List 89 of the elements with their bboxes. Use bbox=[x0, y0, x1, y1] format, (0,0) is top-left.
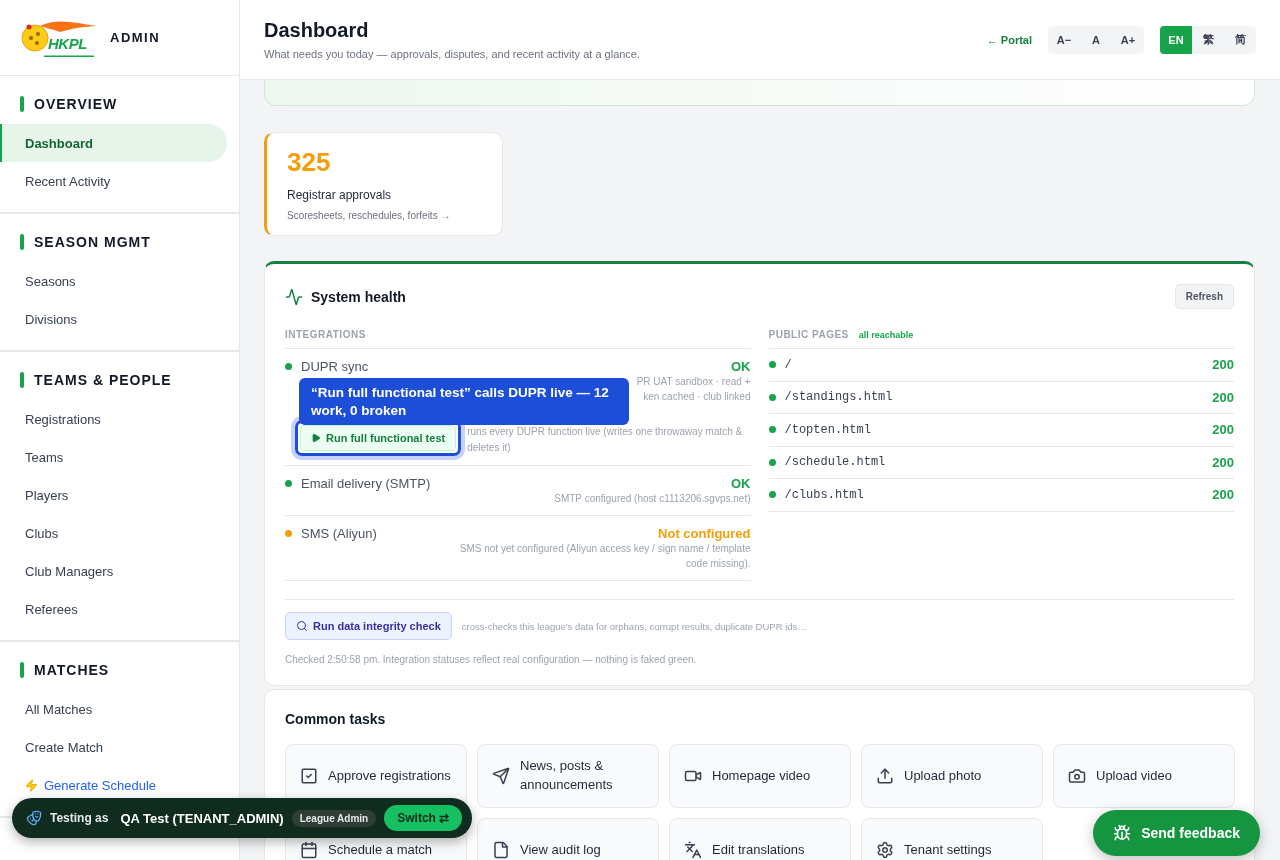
page-subtitle: What needs you today — approvals, disputes, and recent activity at a glance. bbox=[264, 48, 641, 60]
integration-status: OK bbox=[731, 476, 751, 491]
font-size-button[interactable]: A bbox=[1080, 25, 1112, 54]
sidebar-item[interactable]: Dashboard bbox=[0, 124, 227, 162]
checked-note: Checked 2:50:58 pm. Integration statuses reflect real configuration — nothing is faked green. bbox=[285, 654, 698, 665]
section-title: SEASON MGMT bbox=[34, 234, 151, 250]
stat-subtitle: Scoresheets, reschedules, forfeits → bbox=[287, 210, 452, 221]
integrity-note: cross-checks this league's data for orphans, corrupt results, duplicate DUPR ids… bbox=[461, 620, 807, 632]
admin-label: ADMIN bbox=[110, 30, 161, 45]
page-path: /topten.html bbox=[784, 422, 871, 437]
integration-status: Not configured bbox=[658, 526, 751, 541]
sidebar-item[interactable]: Registrations bbox=[0, 400, 227, 438]
refresh-button[interactable]: Refresh bbox=[1174, 284, 1234, 309]
task-tile[interactable]: Homepage video bbox=[669, 744, 851, 808]
status-code: 200 bbox=[1212, 454, 1234, 470]
action-description: runs every DUPR function live (writes one throwaway match & deletes it) bbox=[467, 425, 744, 455]
integration-detail: PR UAT sandbox · read + bbox=[636, 375, 751, 389]
camera-icon bbox=[1068, 767, 1086, 785]
language-button[interactable]: 繁 bbox=[1192, 25, 1224, 54]
portal-link[interactable]: ← Portal bbox=[986, 33, 1032, 46]
task-tile[interactable]: View audit log bbox=[477, 818, 659, 860]
stat-value: 325 bbox=[287, 147, 332, 178]
status-code: 200 bbox=[1212, 357, 1234, 373]
task-tile[interactable]: Upload video bbox=[1053, 744, 1235, 808]
status-code: 200 bbox=[1212, 389, 1234, 405]
pulse-icon bbox=[285, 287, 303, 306]
sidebar-item[interactable]: Generate Schedule bbox=[0, 766, 227, 804]
card-title: System health bbox=[311, 288, 406, 305]
page-path: / bbox=[784, 357, 792, 372]
role-badge: League Admin bbox=[291, 809, 377, 827]
column-heading: INTEGRATIONS bbox=[285, 329, 366, 340]
bug-icon bbox=[1113, 824, 1132, 842]
page-title: Dashboard bbox=[264, 19, 370, 42]
lightning-icon bbox=[25, 778, 38, 792]
font-size-button[interactable]: A− bbox=[1048, 25, 1080, 54]
file-icon bbox=[492, 841, 510, 859]
search-icon bbox=[296, 620, 308, 632]
switch-button[interactable]: Switch ⇄ bbox=[384, 805, 463, 831]
status-code: 200 bbox=[1212, 422, 1234, 438]
sidebar-item[interactable]: Recent Activity bbox=[0, 162, 227, 200]
feedback-button[interactable]: Send feedback bbox=[1093, 810, 1260, 856]
sidebar-item[interactable]: Create Match bbox=[0, 728, 227, 766]
page-path: /standings.html bbox=[784, 390, 893, 405]
integration-detail: SMS not yet configured (Aliyun access key / sign name / template code missing). bbox=[458, 542, 751, 571]
calendar-icon bbox=[300, 841, 318, 859]
integration-name: Email delivery (SMTP) bbox=[301, 476, 431, 491]
section-title: MATCHES bbox=[34, 662, 110, 678]
translate-icon bbox=[684, 841, 702, 859]
integration-name: DUPR sync bbox=[301, 359, 369, 374]
test-user: QA Test (TENANT_ADMIN) bbox=[120, 810, 284, 826]
sidebar-item[interactable]: Club Managers bbox=[0, 552, 227, 590]
settings-icon bbox=[876, 841, 894, 859]
integration-detail: SMTP configured (host c1113206.sgvps.net) bbox=[554, 492, 751, 506]
task-tile[interactable]: News, posts & announcements bbox=[477, 744, 659, 808]
page-path: /clubs.html bbox=[784, 487, 864, 502]
status-code: 200 bbox=[1212, 487, 1234, 503]
testing-label: Testing as bbox=[50, 811, 109, 825]
hkpl-logo: HKPL bbox=[20, 17, 98, 58]
integration-detail: ken cached · club linked bbox=[643, 390, 751, 404]
stat-title: Registrar approvals bbox=[287, 188, 393, 202]
sidebar-item[interactable]: Players bbox=[0, 476, 227, 514]
task-tile[interactable]: Upload photo bbox=[861, 744, 1043, 808]
task-tile[interactable]: Edit translations bbox=[669, 818, 851, 860]
sidebar-item[interactable]: Teams bbox=[0, 438, 227, 476]
paper-plane-icon bbox=[492, 767, 510, 785]
tooltip: “Run full functional test” calls DUPR live — 12 work, 0 broken bbox=[299, 378, 629, 426]
checkbox-icon bbox=[300, 767, 318, 785]
functional-test-button[interactable]: Run full functional test bbox=[300, 425, 457, 451]
sidebar-item[interactable]: Clubs bbox=[0, 514, 227, 552]
sidebar-item[interactable]: Divisions bbox=[0, 300, 227, 338]
task-tile[interactable]: Tenant settings bbox=[861, 818, 1043, 860]
section-title: OVERVIEW bbox=[34, 96, 118, 112]
masks-icon bbox=[26, 810, 42, 826]
integrity-check-button[interactable]: Run data integrity check bbox=[285, 612, 452, 640]
card-title: Common tasks bbox=[285, 711, 386, 727]
column-heading: PUBLIC PAGES bbox=[768, 329, 849, 340]
upload-icon bbox=[876, 767, 894, 785]
section-title: TEAMS & PEOPLE bbox=[34, 372, 172, 388]
play-icon bbox=[311, 433, 321, 443]
integration-name: SMS (Aliyun) bbox=[301, 526, 377, 541]
sidebar-item[interactable]: Seasons bbox=[0, 262, 227, 300]
page-path: /schedule.html bbox=[784, 455, 886, 470]
language-button[interactable]: 简 bbox=[1224, 25, 1256, 54]
sidebar-item[interactable]: Referees bbox=[0, 590, 227, 628]
stat-card[interactable]: 325 Registrar approvals Scoresheets, reschedules, forfeits → bbox=[264, 132, 503, 236]
reachable-note: all reachable bbox=[858, 329, 914, 340]
integration-status: OK bbox=[731, 359, 751, 374]
font-size-button[interactable]: A+ bbox=[1112, 25, 1144, 54]
sidebar-item[interactable]: All Matches bbox=[0, 690, 227, 728]
